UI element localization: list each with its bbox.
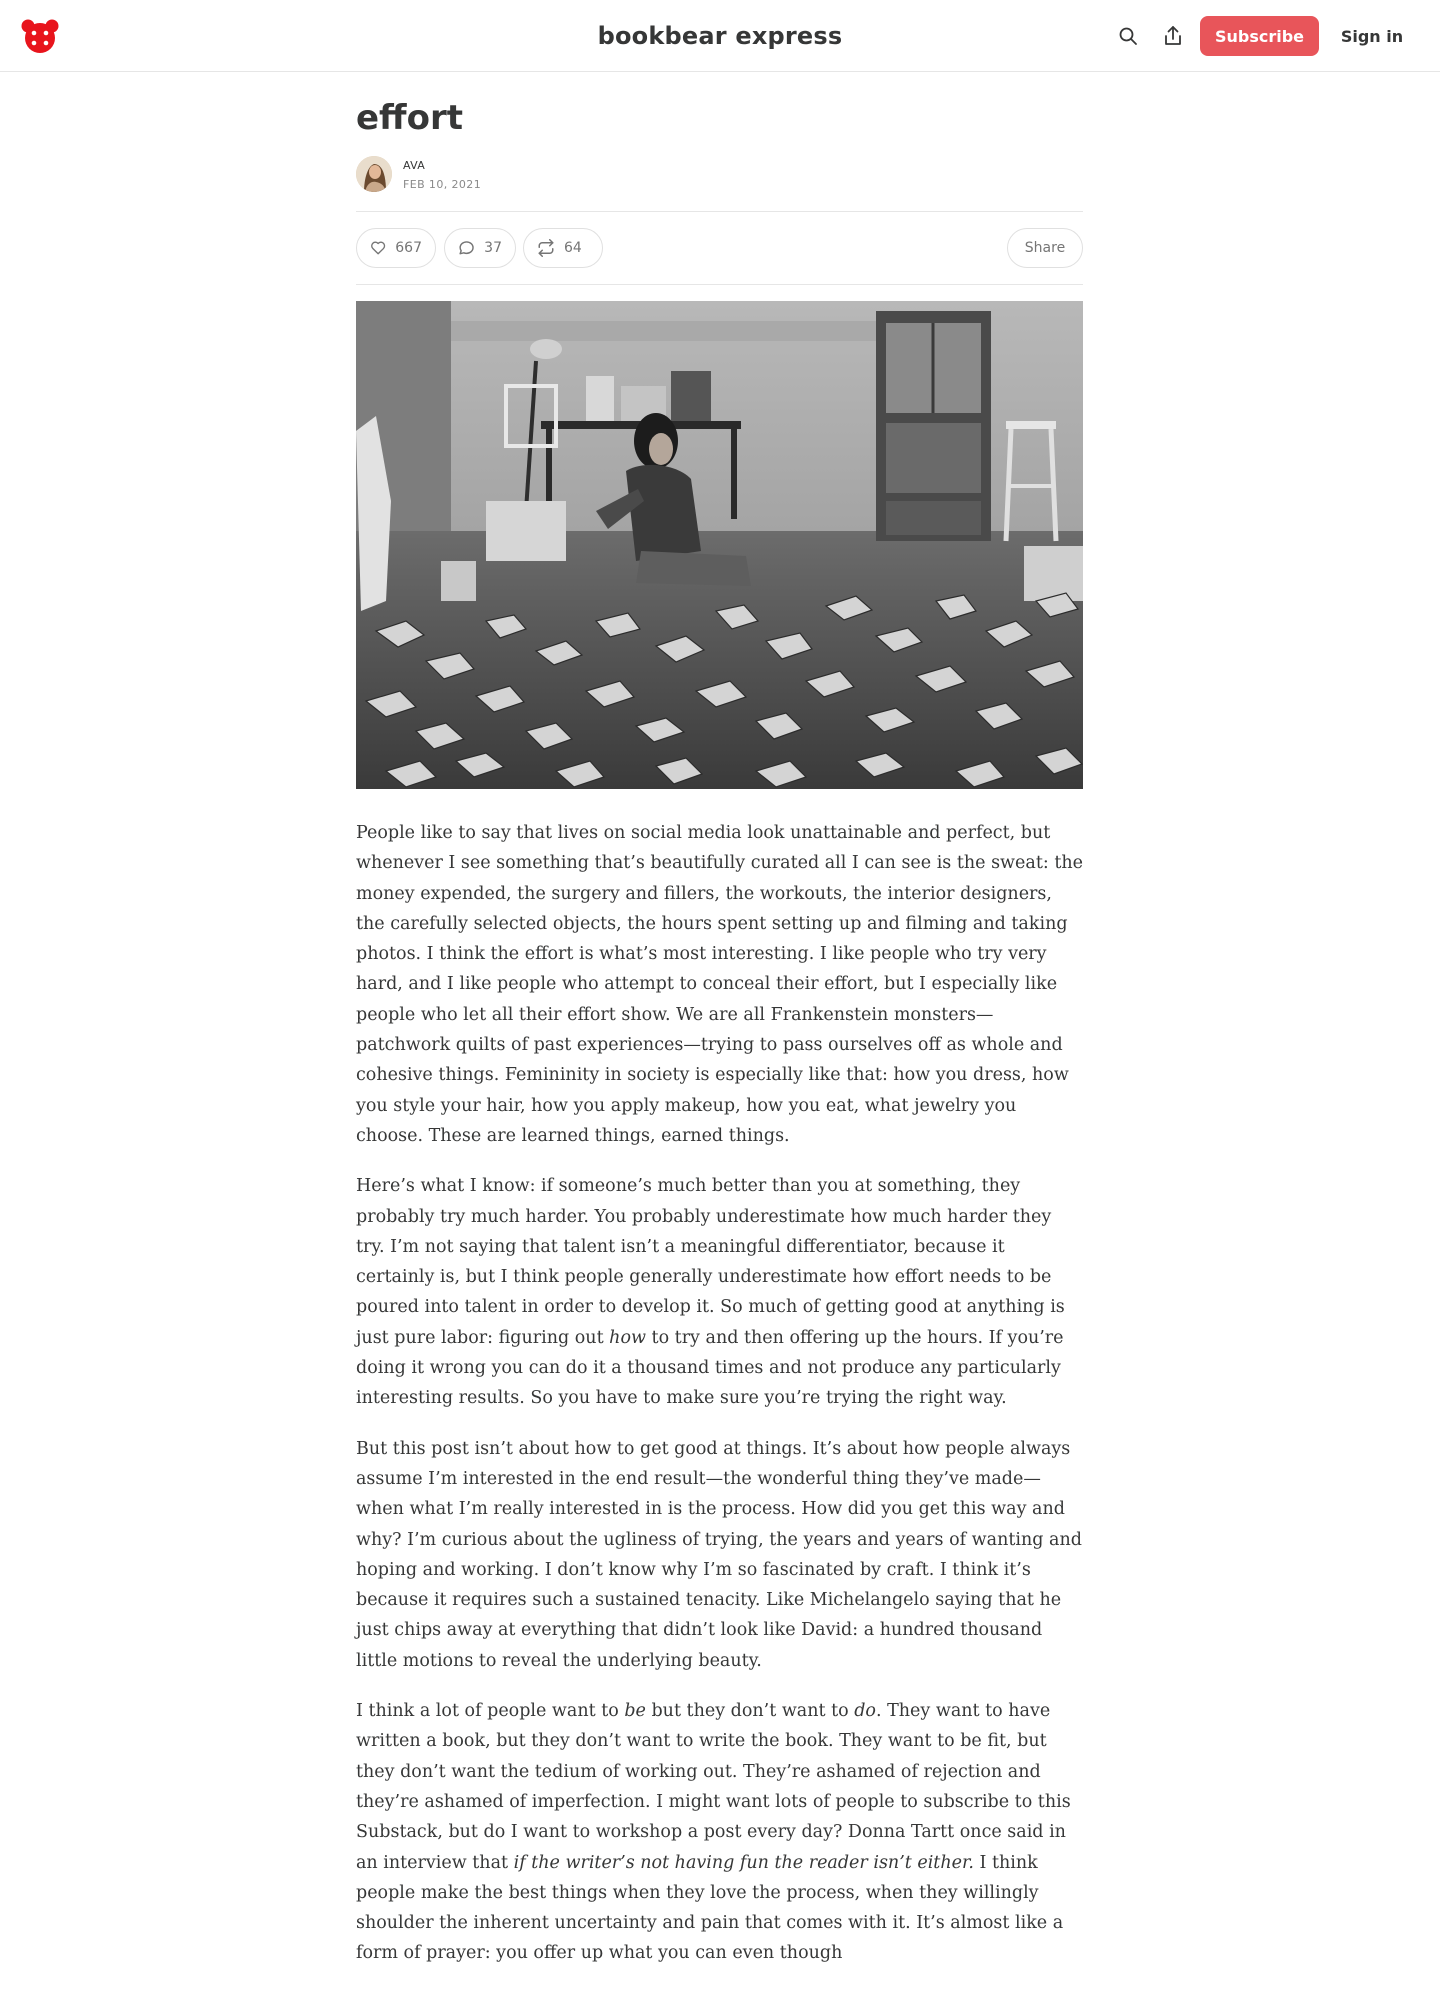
share-button[interactable]: Share [1007, 228, 1083, 268]
body-paragraph: Here’s what I know: if someone’s much be… [356, 1171, 1083, 1413]
paragraph-text: I think a lot of people want to [356, 1701, 625, 1722]
author-avatar[interactable] [356, 156, 392, 192]
restack-icon [538, 239, 554, 257]
body-paragraph: People like to say that lives on social … [356, 818, 1083, 1151]
like-button[interactable]: 667 [356, 228, 436, 268]
emphasis-text: do [854, 1701, 876, 1722]
post-title: effort [356, 98, 463, 138]
post-hero-image[interactable] [356, 301, 1083, 789]
subscribe-button[interactable]: Subscribe [1200, 16, 1319, 56]
emphasis-text: how [609, 1327, 646, 1348]
restack-count: 64 [564, 240, 582, 256]
restack-button[interactable]: 64 [523, 228, 603, 268]
post-date: FEB 10, 2021 [403, 178, 482, 191]
share-upload-icon[interactable] [1161, 24, 1185, 48]
emphasis-text: be [624, 1701, 646, 1722]
paragraph-text: People like to say that lives on social … [356, 823, 1083, 1146]
bear-logo-icon[interactable] [20, 18, 60, 54]
sign-in-button[interactable]: Sign in [1334, 16, 1410, 56]
like-count: 667 [395, 240, 422, 256]
heart-icon [371, 241, 386, 255]
search-icon[interactable] [1116, 24, 1140, 48]
divider [356, 284, 1083, 285]
paragraph-text: . They want to have written a book, but … [356, 1701, 1071, 1873]
emphasis-text: if the writer’s not having fun the reade… [513, 1852, 974, 1873]
body-paragraph: But this post isn’t about how to get goo… [356, 1434, 1083, 1676]
divider [356, 211, 1083, 212]
top-navigation-bar: bookbear express Subscribe Sign in [0, 0, 1440, 72]
author-name[interactable]: AVA [403, 159, 425, 172]
post-body: People like to say that lives on social … [356, 818, 1083, 1989]
paragraph-text: but they don’t want to [645, 1701, 855, 1722]
body-paragraph: I think a lot of people want to be but t… [356, 1696, 1083, 1969]
comment-button[interactable]: 37 [444, 228, 516, 268]
paragraph-text: Here’s what I know: if someone’s much be… [356, 1176, 1065, 1348]
comment-icon [459, 241, 474, 255]
post-actions: 667 37 64 Share [356, 228, 1083, 268]
paragraph-text: But this post isn’t about how to get goo… [356, 1438, 1082, 1671]
byline: AVA FEB 10, 2021 [356, 156, 1083, 196]
comment-count: 37 [484, 240, 502, 256]
